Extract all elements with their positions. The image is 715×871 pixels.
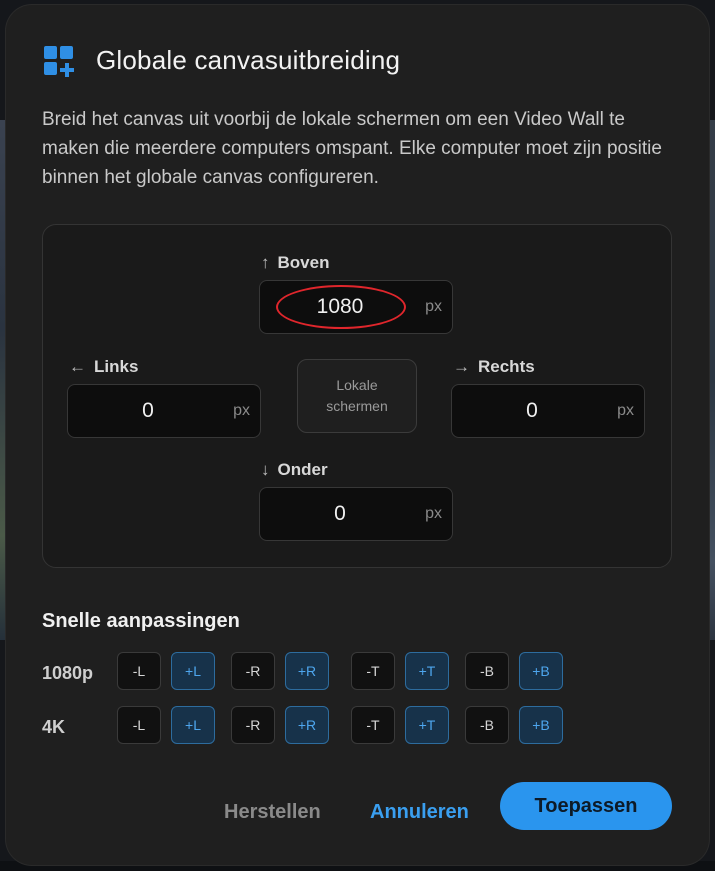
chip-1080p-plus-left[interactable]: +L: [171, 652, 215, 690]
left-input-unit: px: [233, 402, 250, 419]
dialog-title: Globale canvasuitbreiding: [96, 45, 401, 75]
chip-1080p-plus-right[interactable]: +R: [285, 652, 329, 690]
dialog-header: Globale canvasuitbreiding: [44, 45, 401, 77]
highlight-circle: [276, 285, 406, 329]
arrow-left-icon: ←: [69, 357, 86, 376]
arrow-right-icon: →: [453, 357, 470, 376]
chip-4k-plus-bottom[interactable]: +B: [519, 706, 563, 744]
bottom-label-text: Onder: [277, 460, 328, 479]
grid-add-icon: [44, 45, 74, 77]
chip-4k-plus-top[interactable]: +T: [405, 706, 449, 744]
bottom-input-value: 0: [334, 502, 346, 525]
chip-1080p-plus-top[interactable]: +T: [405, 652, 449, 690]
right-input-value: 0: [526, 399, 538, 422]
reset-button[interactable]: Herstellen: [224, 788, 321, 836]
local-screens-box: Lokale schermen: [297, 359, 417, 433]
right-input[interactable]: 0 px: [451, 384, 645, 438]
arrow-down-icon: ↓: [261, 460, 270, 479]
top-input[interactable]: 1080 px: [259, 280, 453, 334]
chip-4k-minus-right[interactable]: -R: [231, 706, 275, 744]
right-label: → Rechts: [453, 357, 535, 377]
apply-button[interactable]: Toepassen: [500, 782, 672, 830]
cancel-button[interactable]: Annuleren: [370, 788, 469, 836]
bottom-input-unit: px: [425, 505, 442, 522]
chip-4k-minus-left[interactable]: -L: [117, 706, 161, 744]
canvas-extension-dialog: Globale canvasuitbreiding Breid het canv…: [6, 5, 709, 865]
left-input-value: 0: [142, 399, 154, 422]
chip-4k-minus-bottom[interactable]: -B: [465, 706, 509, 744]
bottom-input[interactable]: 0 px: [259, 487, 453, 541]
bottom-label: ↓ Onder: [261, 460, 328, 480]
left-label-text: Links: [94, 357, 139, 376]
row-label-4k: 4K: [42, 717, 66, 737]
left-input[interactable]: 0 px: [67, 384, 261, 438]
edge-settings-panel: ↑ Boven 1080 px ← Links 0 px Lokale sche…: [42, 224, 672, 568]
background-right: [708, 120, 715, 640]
chip-4k-plus-left[interactable]: +L: [171, 706, 215, 744]
dialog-description: Breid het canvas uit voorbij de lokale s…: [42, 109, 662, 188]
chip-1080p-minus-bottom[interactable]: -B: [465, 652, 509, 690]
top-label: ↑ Boven: [261, 253, 329, 273]
right-input-unit: px: [617, 402, 634, 419]
local-screens-line2: schermen: [326, 398, 388, 414]
arrow-up-icon: ↑: [261, 253, 270, 272]
top-label-text: Boven: [277, 253, 330, 272]
row-label-1080p: 1080p: [42, 663, 94, 683]
chip-1080p-minus-left[interactable]: -L: [117, 652, 161, 690]
left-label: ← Links: [69, 357, 138, 377]
top-input-unit: px: [425, 298, 442, 315]
chip-1080p-minus-top[interactable]: -T: [351, 652, 395, 690]
right-label-text: Rechts: [478, 357, 535, 376]
quick-adjust-title: Snelle aanpassingen: [42, 610, 240, 632]
chip-4k-plus-right[interactable]: +R: [285, 706, 329, 744]
chip-1080p-plus-bottom[interactable]: +B: [519, 652, 563, 690]
chip-4k-minus-top[interactable]: -T: [351, 706, 395, 744]
chip-1080p-minus-right[interactable]: -R: [231, 652, 275, 690]
local-screens-line1: Lokale: [336, 377, 378, 393]
